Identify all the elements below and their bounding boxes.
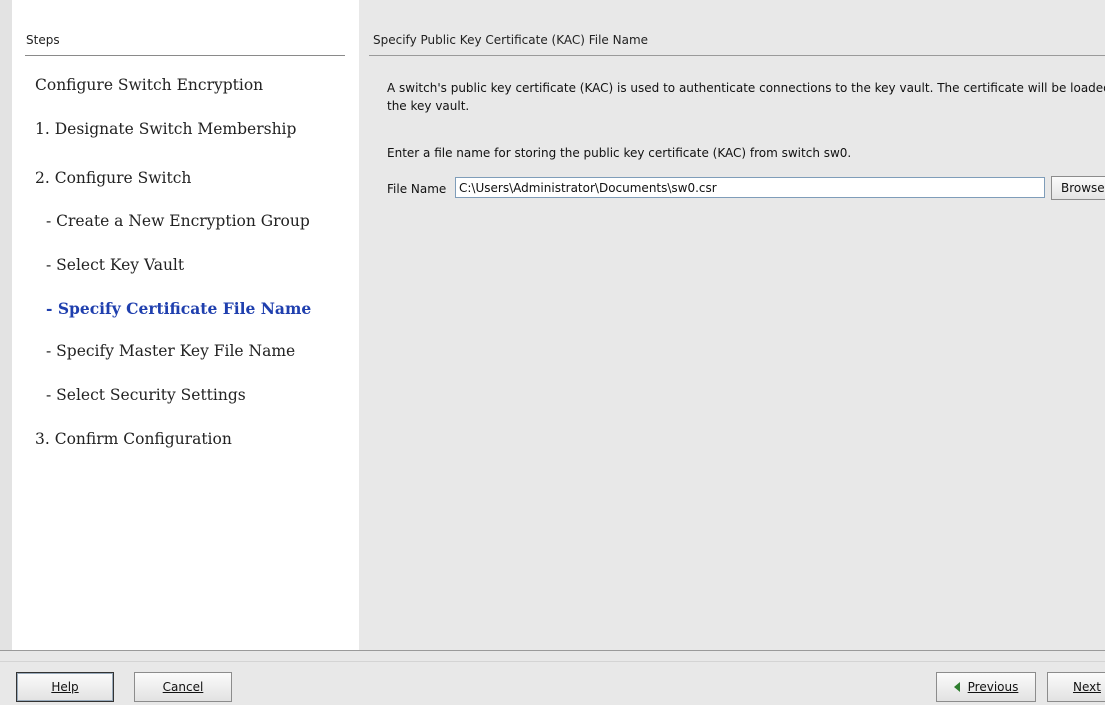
title-divider bbox=[369, 55, 1105, 56]
cancel-button-label: Cancel bbox=[162, 680, 204, 694]
step-select-key-vault: - Select Key Vault bbox=[46, 256, 185, 274]
cancel-button[interactable]: Cancel bbox=[134, 672, 232, 702]
help-button-label: Help bbox=[51, 680, 79, 694]
next-button[interactable]: Next bbox=[1047, 672, 1105, 702]
previous-button-label: Previous bbox=[967, 680, 1019, 694]
help-button[interactable]: Help bbox=[16, 672, 114, 702]
steps-sidebar: Steps Configure Switch Encryption 1. Des… bbox=[12, 0, 359, 650]
step-configure-switch-encryption: Configure Switch Encryption bbox=[35, 76, 264, 94]
steps-divider bbox=[25, 55, 345, 56]
step-confirm-configuration: 3. Confirm Configuration bbox=[35, 430, 232, 448]
footer-divider bbox=[0, 661, 1105, 662]
steps-header: Steps bbox=[26, 33, 60, 47]
file-name-prompt: Enter a file name for storing the public… bbox=[387, 146, 852, 160]
step-select-security-settings: - Select Security Settings bbox=[46, 386, 246, 404]
file-name-label: File Name bbox=[387, 182, 447, 196]
browse-button[interactable]: Browse... bbox=[1051, 176, 1105, 200]
file-name-input[interactable] bbox=[455, 177, 1045, 198]
next-button-label: Next bbox=[1073, 680, 1101, 694]
description-text: A switch's public key certificate (KAC) … bbox=[387, 81, 1105, 113]
step-specify-certificate-file-name: - Specify Certificate File Name bbox=[46, 299, 312, 318]
previous-button[interactable]: Previous bbox=[936, 672, 1036, 702]
previous-arrow-icon bbox=[953, 682, 960, 692]
step-specify-master-key-file-name: - Specify Master Key File Name bbox=[46, 342, 296, 360]
step-configure-switch: 2. Configure Switch bbox=[35, 169, 192, 187]
page-title: Specify Public Key Certificate (KAC) Fil… bbox=[373, 33, 649, 47]
main-panel: Specify Public Key Certificate (KAC) Fil… bbox=[359, 0, 1105, 650]
step-create-encryption-group: - Create a New Encryption Group bbox=[46, 212, 310, 230]
step-designate-switch-membership: 1. Designate Switch Membership bbox=[35, 120, 297, 138]
